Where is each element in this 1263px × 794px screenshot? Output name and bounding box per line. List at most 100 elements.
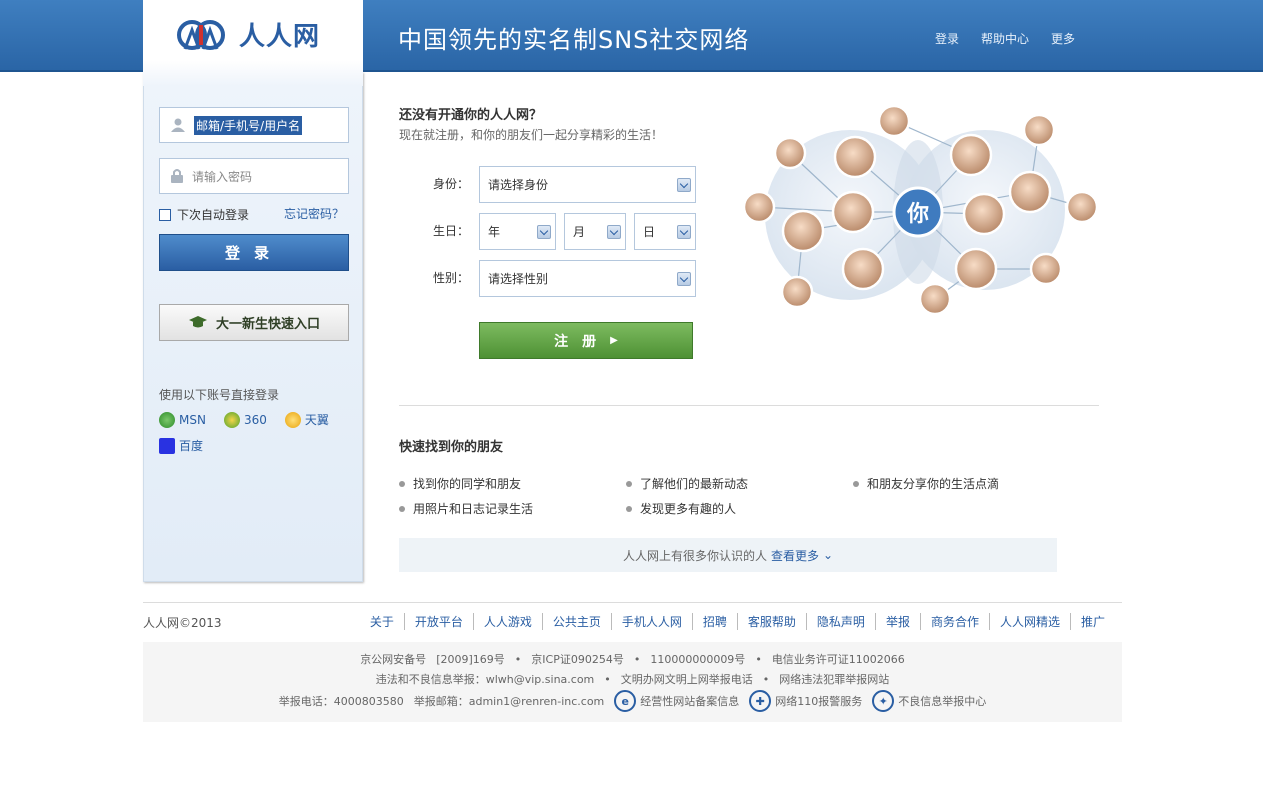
birthday-month-select[interactable]: 月 [564,213,626,250]
footer-info-row-2: 违法和不良信息举报：wlwh@vip.sina.com • 文明办网文明上网举报… [143,671,1122,687]
footer-link[interactable]: 公共主页 [541,613,611,630]
logo-text: 人人网 [239,22,321,52]
footer-link[interactable]: 开放平台 [403,613,473,630]
footer-info-text: 举报电话：4000803580 [278,695,404,708]
footer-link[interactable]: 关于 [360,613,404,630]
account-input[interactable]: 邮箱/手机号/用户名 [159,107,349,143]
register-subtitle: 现在就注册，和你的朋友们一起分享精彩的生活！ [399,128,664,142]
tianyi-login[interactable]: 天翼 [284,411,329,428]
360-login[interactable]: 360 [223,411,267,428]
msn-icon [159,411,175,428]
footer-info: 京公网安备号 [2009]169号 • 京ICP证090254号 • 11000… [143,642,1122,722]
footer-info-text: 网络110报警服务 [775,695,863,708]
footer-link[interactable]: 人人游戏 [472,613,542,630]
footer-link[interactable]: 商务合作 [919,613,989,630]
360-icon [223,411,240,428]
baidu-login[interactable]: 百度 [159,437,203,454]
separator: • [633,652,641,666]
freshman-label: 大一新生快速入口 [215,317,320,332]
other-login-row-2: 百度 [159,437,203,454]
gender-label: 性别： [432,271,469,285]
bullet-icon [399,505,405,512]
chevron-down-icon[interactable]: ⌄ [823,548,833,562]
password-input[interactable]: 请输入密码 [159,158,349,194]
find-item-label: 和朋友分享你的生活点滴 [867,477,1000,491]
top-link-help[interactable]: 帮助中心 [981,30,1029,47]
tianyi-label: 天翼 [304,413,329,427]
footer-info-text: 电信业务许可证11002066 [771,653,905,666]
divider [399,405,1099,406]
login-button[interactable]: 登录 [159,234,349,271]
find-item[interactable]: 了解他们的最新动态 [626,475,748,492]
other-login-title: 使用以下账号直接登录 [159,388,280,402]
bullet-icon [626,505,632,512]
chevron-down-icon [677,178,691,192]
copyright: 人人网©2013 [143,616,222,630]
police-shield-icon: ✚ [749,690,772,712]
baidu-label: 百度 [179,439,204,453]
remember-checkbox[interactable]: 下次自动登录 [159,206,249,223]
lock-icon [171,169,183,183]
footer-link[interactable]: 推广 [1069,613,1115,630]
footer-link[interactable]: 客服帮助 [736,613,806,630]
find-item[interactable]: 找到你的同学和朋友 [399,475,521,492]
birthday-day-select[interactable]: 日 [634,213,696,250]
find-item[interactable]: 用照片和日志记录生活 [399,500,533,517]
find-item-label: 发现更多有趣的人 [640,502,737,516]
forgot-password-link[interactable]: 忘记密码？ [284,205,344,222]
chevron-down-icon [537,225,551,239]
user-icon [171,118,185,132]
top-link-login[interactable]: 登录 [935,30,959,47]
baidu-paw-icon [159,437,175,454]
register-button[interactable]: 注册 ▶ [479,322,693,359]
birthday-year-select[interactable]: 年 [479,213,556,250]
register-button-label: 注册 [554,333,611,350]
footer-divider [143,602,1122,603]
more-link[interactable]: 查看更多 [771,547,819,564]
tianyi-icon [284,411,301,428]
bullet-icon [626,480,632,487]
footer-info-text: 京ICP证090254号 [531,653,624,666]
chevron-down-icon [677,225,691,239]
footer-link[interactable]: 招聘 [691,613,737,630]
birthday-label: 生日： [432,224,469,238]
site-record-badge[interactable]: e 经营性网站备案信息 [614,690,739,712]
network-center-label: 你 [906,202,929,227]
msn-login[interactable]: MSN [159,411,206,428]
separator: • [514,652,522,666]
top-link-more[interactable]: 更多 [1051,30,1075,47]
top-links: 登录 帮助中心 更多 [935,30,1075,47]
find-friends-title: 快速找到你的朋友 [399,440,504,455]
logo-box: 人人网 [143,0,363,86]
password-placeholder: 请输入密码 [192,169,253,184]
birthday-day-value: 日 [643,225,656,239]
footer-link[interactable]: 人人网精选 [988,613,1070,630]
freshman-button[interactable]: 大一新生快速入口 [159,304,349,341]
footer-link[interactable]: 举报 [874,613,920,630]
footer-info-text: [2009]169号 [436,653,505,666]
graduation-cap-icon [188,315,207,327]
police-110-badge[interactable]: ✚ 网络110报警服务 [749,690,862,712]
footer-info-text: 违法和不良信息举报：wlwh@vip.sina.com [375,673,595,686]
other-login-row: MSN 360 天翼 [159,411,329,428]
find-item-label: 了解他们的最新动态 [640,477,749,491]
footer-info-text: 经营性网站备案信息 [640,695,740,708]
logo[interactable]: 人人网 [177,16,320,53]
identity-select[interactable]: 请选择身份 [479,166,696,203]
gender-select[interactable]: 请选择性别 [479,260,696,297]
find-item[interactable]: 和朋友分享你的生活点滴 [853,475,999,492]
arrow-right-icon: ▶ [610,335,618,346]
footer-info-text: 文明办网文明上网举报电话 [620,673,753,686]
footer-link[interactable]: 手机人人网 [610,613,692,630]
footer-info-row-3: 举报电话：4000803580 举报邮箱：admin1@renren-inc.c… [143,690,1122,712]
report-center-badge[interactable]: ✦ 不良信息举报中心 [872,690,986,712]
bullet-icon [399,480,405,487]
footer-info-text: 举报邮箱：admin1@renren-inc.com [413,695,605,708]
register-title: 还没有开通你的人人网？ [399,108,543,123]
more-friends-bar: 人人网上有很多你认识的人 查看更多 ⌄ [399,538,1057,572]
checkbox-box[interactable] [159,208,171,221]
footer-link[interactable]: 隐私声明 [805,613,875,630]
bullet-icon [853,480,859,487]
chevron-down-icon [677,272,691,286]
find-item[interactable]: 发现更多有趣的人 [626,500,736,517]
